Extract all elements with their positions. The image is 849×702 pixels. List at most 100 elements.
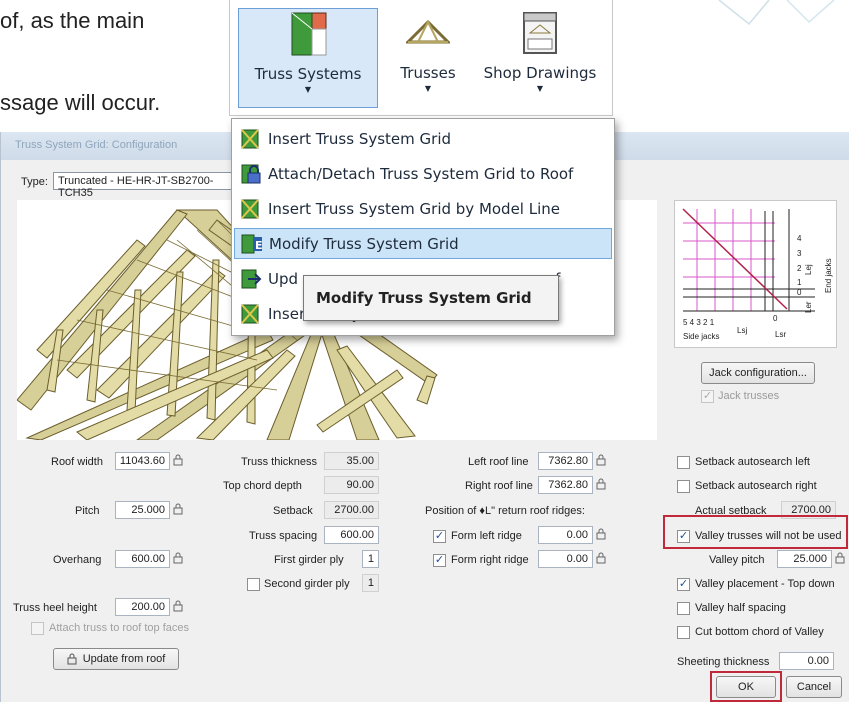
- cut-bottom-chord-checkbox[interactable]: [677, 626, 690, 639]
- heel-height-field[interactable]: 200.00: [115, 598, 170, 616]
- second-girder-label: Second girder ply: [264, 578, 350, 590]
- truss-spacing-field[interactable]: 600.00: [324, 526, 379, 544]
- pitch-lock-icon[interactable]: [173, 503, 183, 515]
- form-right-lock-icon[interactable]: [596, 552, 606, 564]
- sheeting-thickness-field[interactable]: 0.00: [779, 652, 834, 670]
- right-roof-lock-icon[interactable]: [596, 478, 606, 490]
- first-girder-label: First girder ply: [274, 554, 344, 566]
- type-label: Type:: [21, 176, 48, 188]
- first-girder-field[interactable]: 1: [362, 550, 379, 568]
- left-roof-line-field[interactable]: 7362.80: [538, 452, 593, 470]
- end-tick-1: 1: [797, 278, 802, 287]
- update-from-roof-button[interactable]: Update from roof: [53, 648, 179, 670]
- pitch-label: Pitch: [75, 505, 100, 517]
- menu-item-insert-by-model-line[interactable]: Insert Truss System Grid by Model Line: [234, 193, 612, 224]
- roof-width-label: Roof width: [51, 456, 103, 468]
- setback-label: Setback: [273, 505, 313, 517]
- ler-label: Ler: [804, 301, 813, 313]
- side-jacks-label: Side jacks: [683, 332, 719, 341]
- roof-width-lock-icon[interactable]: [173, 454, 183, 466]
- menu-item-label: Attach/Detach Truss System Grid to Roof: [268, 164, 574, 183]
- top-chord-field[interactable]: 90.00: [324, 476, 379, 494]
- attach-lock-icon: [241, 164, 261, 183]
- jack-trusses-checkbox[interactable]: ✓: [701, 390, 714, 403]
- slide-decoration-icon: [718, 0, 835, 26]
- truss-spacing-label: Truss spacing: [249, 530, 318, 542]
- end-jacks-label: End jacks: [824, 258, 833, 293]
- form-right-ridge-label: Form right ridge: [451, 554, 529, 566]
- grid-icon: [241, 304, 259, 324]
- form-left-lock-icon[interactable]: [596, 528, 606, 540]
- valley-pitch-lock-icon[interactable]: [835, 552, 845, 564]
- menu-item-attach-detach[interactable]: Attach/Detach Truss System Grid to Roof: [234, 158, 612, 189]
- svg-text:E: E: [255, 239, 263, 252]
- return-ridges-label: Position of ♦L" return roof ridges:: [425, 505, 585, 517]
- form-left-ridge-label: Form left ridge: [451, 530, 522, 542]
- valley-pitch-field[interactable]: 25.000: [777, 550, 832, 568]
- slide-text-line-1: of, as the main: [0, 8, 145, 33]
- trusses-icon: [406, 8, 450, 58]
- menu-item-insert-grid[interactable]: Insert Truss System Grid: [234, 123, 612, 154]
- update-arrow-icon: [241, 269, 262, 288]
- left-roof-lock-icon[interactable]: [596, 454, 606, 466]
- overhang-field[interactable]: 600.00: [115, 550, 170, 568]
- cancel-button[interactable]: Cancel: [786, 676, 842, 698]
- overhang-lock-icon[interactable]: [173, 552, 183, 564]
- roof-width-field[interactable]: 11043.60: [115, 452, 170, 470]
- heel-height-label: Truss heel height: [13, 602, 97, 614]
- valley-top-down-label: Valley placement - Top down: [695, 578, 835, 590]
- truss-systems-button[interactable]: Truss Systems ▼: [238, 8, 378, 108]
- slide-text-line-2: ssage will occur.: [0, 90, 161, 115]
- pitch-field[interactable]: 25.000: [115, 501, 170, 519]
- truss-thickness-field[interactable]: 35.00: [324, 452, 379, 470]
- trusses-button[interactable]: Trusses ▼: [388, 8, 468, 108]
- zero-bottom: 0: [773, 314, 778, 323]
- right-roof-line-label: Right roof line: [465, 480, 533, 492]
- setback-right-checkbox[interactable]: [677, 480, 690, 493]
- form-right-ridge-field[interactable]: 0.00: [538, 550, 593, 568]
- menu-item-label: Modify Truss System Grid: [269, 234, 459, 253]
- ribbon-panel: Truss Systems ▼ Trusses ▼ Shop Drawings …: [229, 0, 613, 116]
- valley-half-spacing-checkbox[interactable]: [677, 602, 690, 615]
- valley-pitch-label: Valley pitch: [709, 554, 765, 566]
- top-chord-label: Top chord depth: [223, 480, 302, 492]
- jack-diagram: 5 4 3 2 1 Side jacks Lsj Lsr 0 4 3 2 1 0…: [674, 200, 837, 348]
- lsj-label: Lsj: [737, 326, 747, 335]
- right-roof-line-field[interactable]: 7362.80: [538, 476, 593, 494]
- setback-field[interactable]: 2700.00: [324, 501, 379, 519]
- ok-highlight-box: [710, 671, 782, 702]
- valley-top-down-checkbox[interactable]: ✓: [677, 578, 690, 591]
- menu-item-label: Insert Truss System Grid by Model Line: [268, 199, 561, 218]
- type-select[interactable]: Truncated - HE-HR-JT-SB2700-TCH35: [53, 172, 238, 199]
- form-left-ridge-field[interactable]: 0.00: [538, 526, 593, 544]
- setback-left-checkbox[interactable]: [677, 456, 690, 469]
- end-tick-2: 2: [797, 264, 802, 273]
- attach-top-faces-checkbox[interactable]: [31, 622, 44, 635]
- end-tick-4: 4: [797, 234, 802, 243]
- shop-drawings-button[interactable]: Shop Drawings ▼: [476, 8, 604, 108]
- menu-item-label: Insert Truss System Grid: [268, 129, 452, 148]
- attach-top-faces-label: Attach truss to roof top faces: [49, 622, 190, 634]
- valley-half-spacing-label: Valley half spacing: [695, 602, 786, 614]
- valley-highlight-box: [663, 515, 848, 549]
- menu-item-modify-grid[interactable]: E Modify Truss System Grid: [234, 228, 612, 259]
- side-ticks: 5 4 3 2 1: [683, 318, 715, 327]
- second-girder-field[interactable]: 1: [362, 574, 379, 592]
- jack-configuration-button[interactable]: Jack configuration...: [701, 362, 815, 384]
- grid-icon: [241, 198, 259, 219]
- second-girder-checkbox[interactable]: [247, 578, 260, 591]
- chevron-down-icon: ▼: [536, 84, 544, 93]
- sheeting-thickness-label: Sheeting thickness: [677, 656, 770, 668]
- grid-icon: [241, 128, 259, 149]
- chevron-down-icon: ▼: [304, 85, 312, 94]
- end-tick-3: 3: [797, 249, 802, 258]
- shop-drawings-label: Shop Drawings: [483, 64, 597, 82]
- heel-height-lock-icon[interactable]: [173, 600, 183, 612]
- truss-systems-label: Truss Systems: [254, 65, 362, 83]
- jack-trusses-label: Jack trusses: [718, 390, 780, 402]
- shop-drawings-icon: [520, 8, 560, 58]
- left-roof-line-label: Left roof line: [468, 456, 529, 468]
- form-right-ridge-checkbox[interactable]: ✓: [433, 554, 446, 567]
- form-left-ridge-checkbox[interactable]: ✓: [433, 530, 446, 543]
- menu-item-label: Upd: [268, 269, 299, 288]
